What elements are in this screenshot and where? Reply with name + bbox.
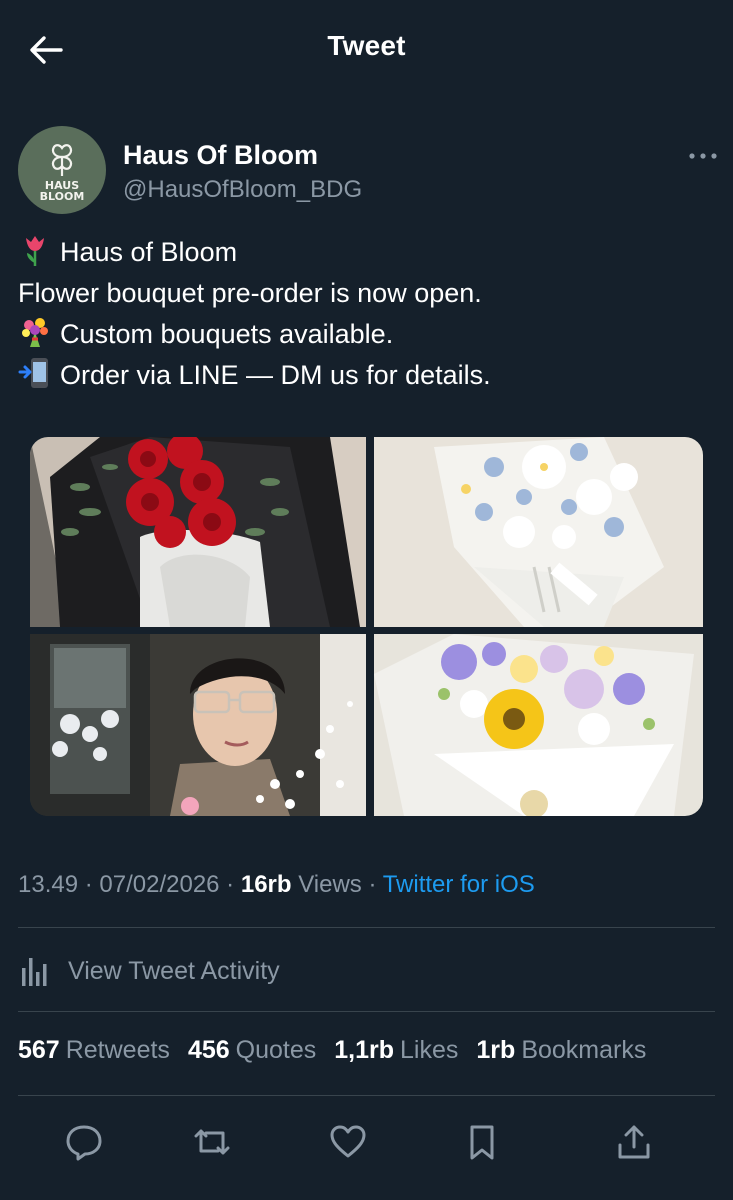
divider [18, 927, 715, 928]
bookmarks-count: 1rb [476, 1036, 516, 1064]
tweet-text: Haus of Bloom Flower bouquet pre-order i… [18, 232, 718, 396]
tweet-line-text: Custom bouquets available. [60, 319, 394, 349]
more-options-button[interactable] [686, 144, 720, 168]
tweet-media-grid [30, 437, 703, 816]
bookmark-button[interactable] [460, 1120, 504, 1164]
bar-chart-icon [22, 958, 47, 986]
more-horizontal-icon [689, 153, 717, 159]
tweet-source-link[interactable]: Twitter for iOS [383, 871, 535, 898]
meta-separator: · [219, 871, 241, 898]
red-roses-bouquet-image[interactable] [30, 437, 366, 627]
tulip-emoji [26, 236, 44, 266]
tweet-line-text: Flower bouquet pre-order is now open. [18, 278, 482, 308]
views-count: 16rb [240, 871, 292, 898]
tweet-meta: 13.49 · 07/02/2026 · 16rb Views · Twitte… [18, 871, 535, 899]
tweet-line-text: Haus of Bloom [60, 237, 238, 267]
man-with-glasses-in-flower-shop-image[interactable] [30, 634, 366, 816]
avatar[interactable]: HAUS BLOOM [18, 126, 106, 214]
bouquet-emoji [22, 318, 48, 347]
like-icon [330, 1125, 366, 1158]
tweet-line: Flower bouquet pre-order is now open. [18, 273, 718, 314]
tweet-date: 07/02/2026 [99, 871, 220, 898]
clover-logo-icon [51, 144, 73, 176]
avatar-text-bloom: BLOOM [39, 190, 85, 203]
share-icon [618, 1125, 650, 1159]
tweet-author: HAUS BLOOM Haus Of Bloom @HausOfBloom_BD… [18, 126, 718, 216]
meta-separator: · [361, 871, 383, 898]
white-blue-flowers-bouquet-image[interactable] [374, 437, 703, 627]
retweets-stat[interactable]: 567 Retweets [18, 1036, 170, 1065]
like-button[interactable] [326, 1120, 370, 1164]
page-title: Tweet [327, 30, 406, 61]
view-tweet-activity-button[interactable]: View Tweet Activity [18, 942, 715, 1000]
reply-icon [66, 1125, 102, 1161]
retweet-button[interactable] [190, 1120, 234, 1164]
author-name[interactable]: Haus Of Bloom [123, 140, 318, 171]
likes-count: 1,1rb [334, 1036, 395, 1064]
tweet-line: Haus of Bloom [18, 232, 718, 273]
tweet-line: Custom bouquets available. [18, 314, 718, 355]
quotes-stat[interactable]: 456 Quotes [188, 1036, 316, 1065]
author-handle[interactable]: @HausOfBloom_BDG [123, 176, 362, 204]
sunflower-purple-bouquet-image[interactable] [374, 634, 703, 816]
tweet-line-text: Order via LINE — DM us for details. [60, 360, 491, 390]
avatar-brand-text: HAUS BLOOM [40, 180, 85, 202]
views-label: Views [291, 871, 362, 898]
meta-separator: · [78, 871, 100, 898]
quotes-count: 456 [187, 1036, 230, 1064]
tweet-line: Order via LINE — DM us for details. [18, 355, 718, 396]
bookmarks-label: Bookmarks [521, 1036, 647, 1064]
tweet-action-bar [0, 1110, 733, 1170]
mobile-arrow-emoji [18, 358, 48, 388]
bookmarks-stat[interactable]: 1rb Bookmarks [476, 1036, 646, 1065]
reply-button[interactable] [62, 1120, 106, 1164]
bookmark-icon [470, 1125, 494, 1160]
retweets-count: 567 [18, 1036, 60, 1064]
divider [18, 1011, 715, 1012]
retweet-icon [194, 1129, 230, 1155]
quotes-label: Quotes [235, 1036, 317, 1064]
likes-label: Likes [400, 1036, 459, 1064]
top-bar: Tweet [0, 0, 733, 100]
tweet-time: 13.49 [18, 871, 79, 898]
view-tweet-activity-label: View Tweet Activity [68, 956, 280, 985]
retweets-label: Retweets [65, 1036, 170, 1064]
share-button[interactable] [612, 1120, 656, 1164]
likes-stat[interactable]: 1,1rb Likes [334, 1036, 458, 1065]
tweet-stats: 567 Retweets 456 Quotes 1,1rb Likes 1rb Bookmar… [18, 1036, 646, 1065]
divider [18, 1095, 715, 1096]
